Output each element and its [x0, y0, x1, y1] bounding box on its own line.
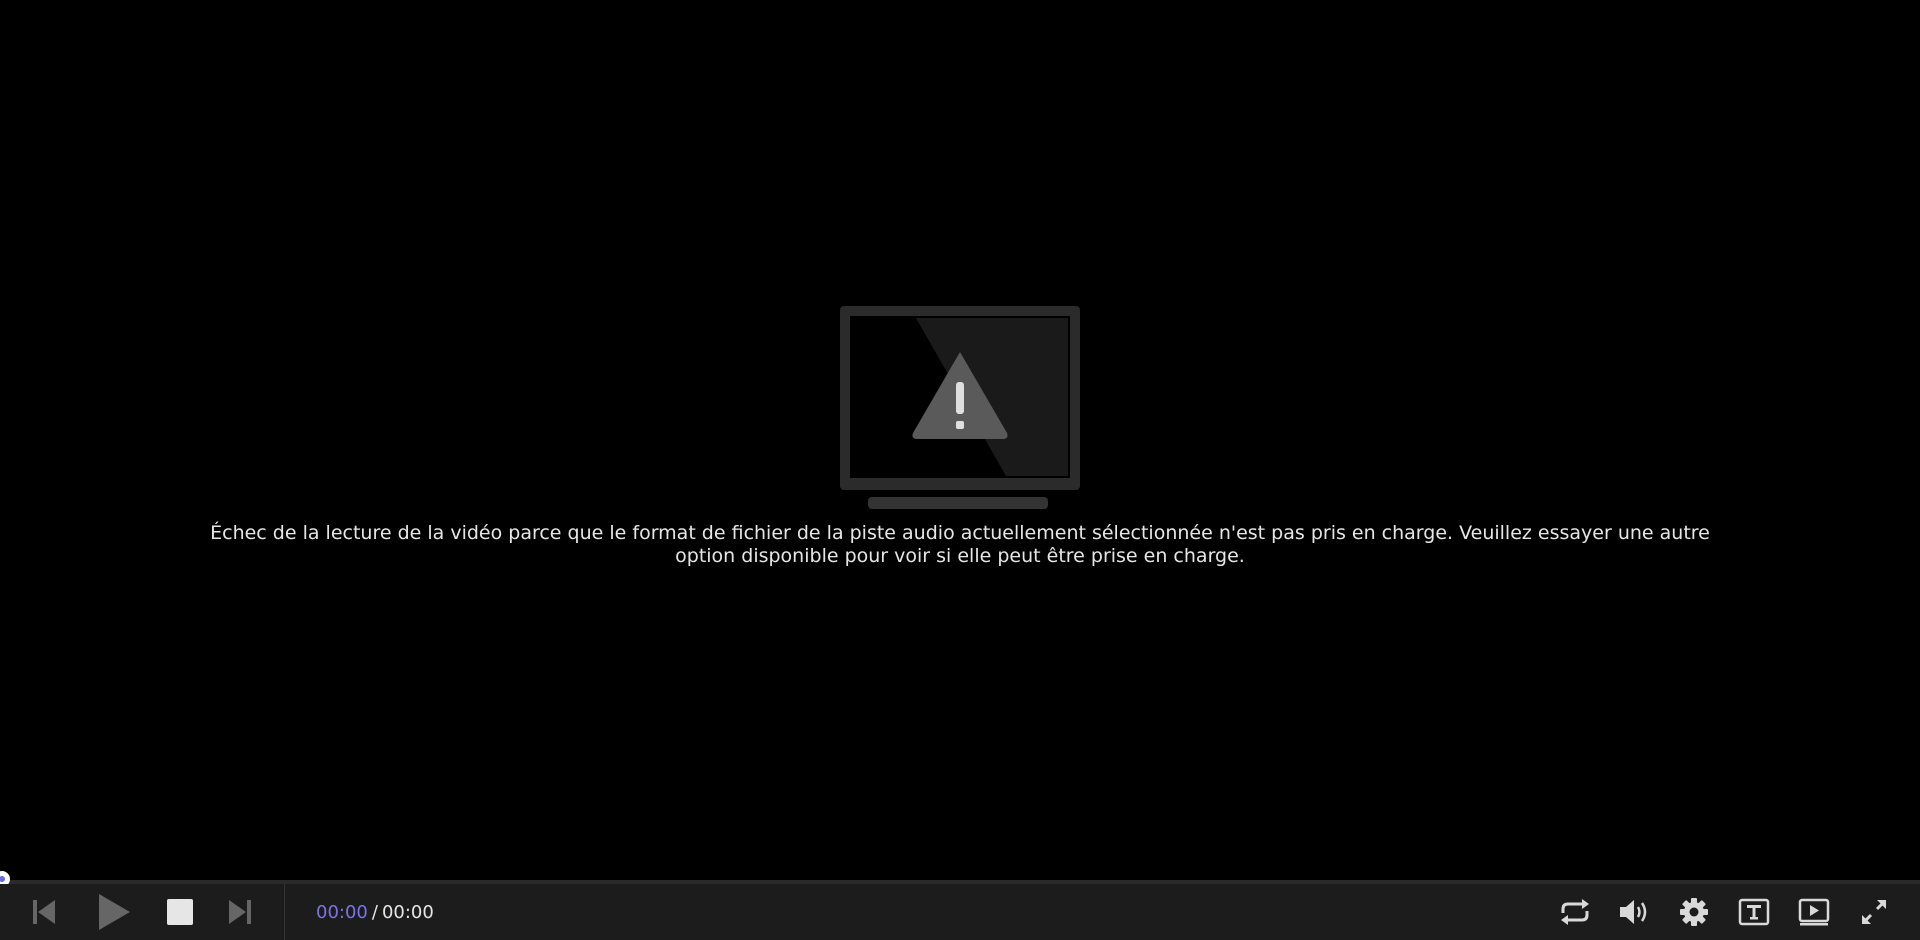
current-time: 00:00 — [316, 901, 368, 923]
playlist-button[interactable] — [1796, 884, 1832, 940]
stop-button[interactable] — [164, 884, 196, 940]
control-divider — [284, 884, 285, 940]
volume-button[interactable] — [1616, 884, 1652, 940]
error-message-line-1: Échec de la lecture de la vidéo parce qu… — [210, 522, 1710, 544]
volume-icon — [1620, 900, 1647, 924]
video-player: Échec de la lecture de la vidéo parce qu… — [0, 0, 1920, 940]
error-message: Échec de la lecture de la vidéo parce qu… — [160, 522, 1760, 568]
control-bar: 00:00 / 00:00 — [0, 884, 1920, 940]
loop-icon — [1561, 899, 1589, 925]
previous-button[interactable] — [26, 884, 62, 940]
error-message-line-2: option disponible pour voir si elle peut… — [675, 545, 1245, 567]
play-button[interactable] — [94, 884, 134, 940]
subtitles-button[interactable] — [1736, 884, 1772, 940]
next-button[interactable] — [224, 884, 256, 940]
settings-button[interactable] — [1676, 884, 1712, 940]
fullscreen-button[interactable] — [1856, 884, 1892, 940]
time-display: 00:00 / 00:00 — [316, 884, 434, 940]
stop-icon — [167, 899, 193, 925]
previous-icon — [33, 900, 55, 924]
total-time: 00:00 — [381, 901, 434, 923]
time-separator: / — [371, 901, 378, 923]
playlist-icon — [1798, 898, 1830, 926]
play-icon — [99, 894, 130, 930]
loop-button[interactable] — [1556, 884, 1594, 940]
video-area[interactable]: Échec de la lecture de la vidéo parce qu… — [0, 0, 1920, 882]
subtitles-icon — [1738, 898, 1770, 926]
error-monitor-icon — [840, 306, 1080, 509]
next-icon — [229, 900, 251, 924]
settings-icon — [1680, 898, 1708, 926]
fullscreen-icon — [1861, 899, 1887, 925]
